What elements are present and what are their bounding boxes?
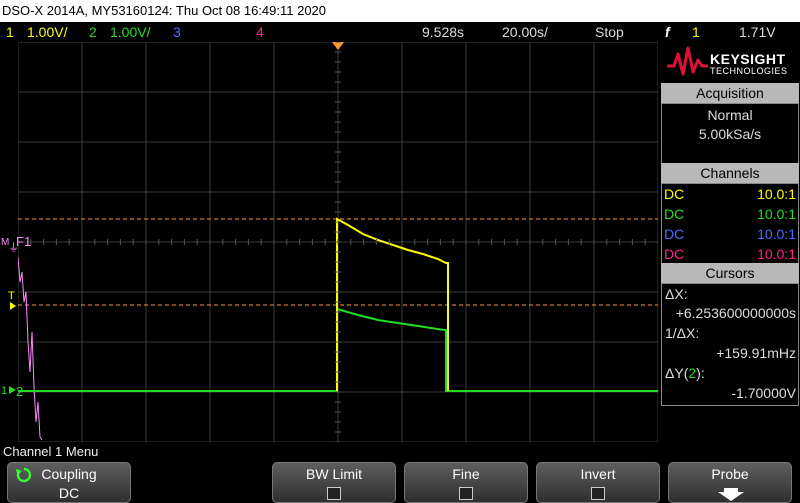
bw-limit-checkbox[interactable] [327, 487, 341, 500]
run-state[interactable]: Stop [595, 22, 624, 42]
waveform-display[interactable]: F1 2 [16, 42, 658, 442]
bw-limit-label: BW Limit [306, 466, 362, 482]
inv-delta-x-label: 1/ΔX: [665, 325, 700, 341]
trigger-level-marker: T [8, 290, 15, 302]
ch-ground-arrow-icon [9, 386, 16, 394]
coupling-value: DC [58, 485, 80, 501]
delta-y-label: ΔY(2): [665, 365, 705, 381]
coupling-softkey[interactable]: Coupling DC [7, 462, 131, 503]
ch1-number[interactable]: 1 [6, 22, 14, 42]
ch2-number[interactable]: 2 [89, 22, 97, 42]
brand-sub: TECHNOLOGIES [710, 66, 788, 76]
math-label: F1 [16, 234, 32, 249]
ch4-info: DC 10.0:1 [664, 246, 796, 262]
status-bar: 1 1.00V/ 2 1.00V/ 3 4 9.528s 20.00s/ Sto… [0, 22, 800, 42]
sample-rate: 5.00kSa/s [698, 126, 762, 142]
ch1-scale[interactable]: 1.00V/ [27, 22, 67, 42]
bw-limit-softkey[interactable]: BW Limit [272, 462, 396, 503]
trigger-level-arrow-icon [10, 302, 16, 310]
inv-delta-x-value: +159.91mHz [716, 345, 796, 361]
probe-softkey[interactable]: Probe [668, 462, 792, 503]
submenu-arrow-icon [718, 488, 744, 501]
probe-label: Probe [711, 466, 749, 482]
acquisition-box[interactable]: Normal 5.00kSa/s [661, 103, 799, 165]
ch2-ground-marker: 2 [16, 384, 24, 399]
ch1-info: DC 10.0:1 [664, 186, 796, 202]
acquisition-mode: Normal [707, 107, 753, 123]
brand-name: KEYSIGHT [710, 51, 786, 67]
delta-y-value: -1.70000V [731, 385, 796, 401]
fine-checkbox[interactable] [459, 487, 473, 500]
time-position[interactable]: 9.528s [422, 22, 464, 42]
fine-softkey[interactable]: Fine [404, 462, 528, 503]
ch3-info: DC 10.0:1 [664, 226, 796, 242]
softkey-bar: Coupling DC BW Limit Fine Invert Probe [0, 460, 800, 503]
trigger-position-marker-icon [332, 42, 344, 50]
window-title: DSO-X 2014A, MY53160124: Thu Oct 08 16:4… [0, 0, 800, 22]
keysight-logo: KEYSIGHT TECHNOLOGIES [660, 42, 800, 82]
ch1-ground-marker: 1 [1, 385, 7, 397]
ch2-scale[interactable]: 1.00V/ [110, 22, 150, 42]
trigger-level[interactable]: 1.71V [739, 22, 776, 42]
side-panel: KEYSIGHT TECHNOLOGIES Acquisition Normal… [660, 42, 800, 442]
acquisition-header[interactable]: Acquisition [661, 83, 799, 103]
time-scale[interactable]: 20.00s/ [502, 22, 548, 42]
cursors-header[interactable]: Cursors [661, 263, 799, 283]
channels-box[interactable]: DC 10.0:1 DC 10.0:1 DC 10.0:1 DC 10.0:1 [661, 183, 799, 265]
ch3-number[interactable]: 3 [173, 22, 181, 42]
ch2-info: DC 10.0:1 [664, 206, 796, 222]
menu-title: Channel 1 Menu [0, 443, 800, 460]
delta-x-label: ΔX: [665, 286, 688, 302]
ch4-number[interactable]: 4 [256, 22, 264, 42]
math-trace [18, 256, 43, 441]
fine-label: Fine [452, 466, 480, 482]
invert-softkey[interactable]: Invert [536, 462, 660, 503]
channels-header[interactable]: Channels [661, 163, 799, 183]
trigger-edge-icon: f [665, 24, 670, 40]
delta-x-value: +6.253600000000s [675, 305, 796, 321]
trigger-source[interactable]: 1 [692, 22, 700, 42]
invert-checkbox[interactable] [591, 487, 605, 500]
invert-label: Invert [580, 466, 616, 482]
keysight-wave-icon [667, 46, 708, 76]
cursors-box[interactable]: ΔX: +6.253600000000s 1/ΔX: +159.91mHz ΔY… [661, 283, 799, 406]
coupling-label: Coupling [41, 466, 97, 482]
